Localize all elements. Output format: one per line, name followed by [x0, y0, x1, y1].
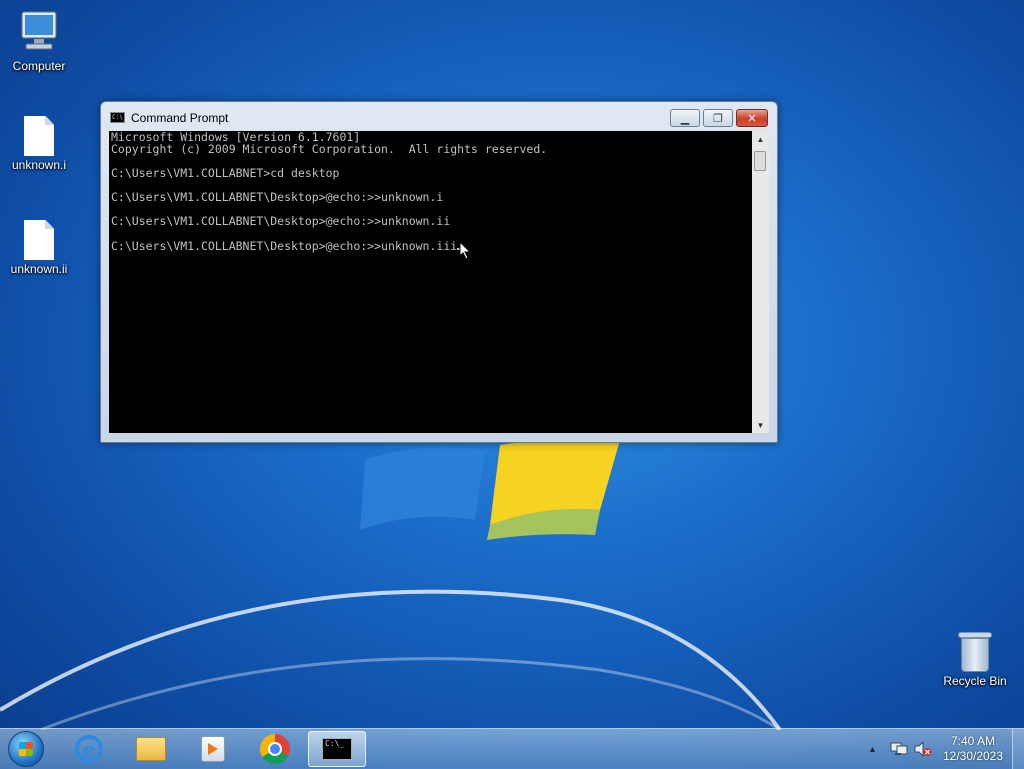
desktop-icon-recycle-bin[interactable]: Recycle Bin [936, 632, 1014, 688]
minimize-button[interactable]: ▁ [670, 109, 700, 127]
media-player-icon [201, 736, 225, 762]
taskbar-media-player[interactable] [186, 731, 240, 767]
clock-time: 7:40 AM [950, 734, 996, 748]
desktop-icon-computer[interactable]: Computer [0, 10, 78, 73]
taskbar-chrome[interactable] [248, 731, 302, 767]
clock-date: 12/30/2023 [942, 749, 1004, 763]
desktop-icon-label: unknown.i [11, 158, 67, 172]
maximize-button[interactable]: ❐ [703, 109, 733, 127]
console-output[interactable]: Microsoft Windows [Version 6.1.7601] Cop… [109, 131, 752, 433]
console-prompt-text: C:\Users\VM1.COLLABNET\Desktop>@echo:>>u… [111, 239, 458, 253]
scroll-down-button[interactable]: ▼ [752, 417, 769, 433]
scroll-thumb[interactable] [754, 151, 766, 171]
console-line: C:\Users\VM1.COLLABNET>cd desktop [111, 166, 340, 180]
minimize-icon: ▁ [680, 112, 690, 125]
chevron-down-icon: ▼ [756, 420, 765, 430]
window-title: Command Prompt [131, 111, 229, 125]
show-desktop-button[interactable] [1012, 729, 1024, 769]
chevron-up-icon: ▲ [756, 134, 765, 144]
taskbar-command-prompt[interactable]: C:\_ [308, 731, 366, 767]
console-prompt-line[interactable]: C:\Users\VM1.COLLABNET\Desktop>@echo:>>u… [109, 239, 752, 253]
network-icon [890, 742, 908, 755]
desktop-icon-unknown-ii[interactable]: unknown.ii [0, 220, 78, 276]
cmd-icon: C:\_ [322, 738, 352, 760]
chevron-up-icon: ▲ [868, 744, 877, 754]
windows-start-icon[interactable] [8, 731, 44, 767]
taskbar-internet-explorer[interactable]: e [62, 731, 116, 767]
vertical-scrollbar[interactable]: ▲ ▼ [752, 131, 769, 433]
computer-icon [21, 11, 57, 50]
wallpaper-windows-logo [360, 440, 620, 540]
desktop-icon-label: unknown.ii [10, 262, 68, 276]
desktop-icon-label: Computer [12, 59, 66, 73]
maximize-icon: ❐ [713, 112, 723, 125]
cmd-icon: C:\ [110, 112, 125, 123]
internet-explorer-icon: e [75, 735, 103, 763]
recycle-bin-icon [958, 632, 992, 672]
wallpaper-swoosh [0, 589, 782, 730]
console-line: C:\Users\VM1.COLLABNET\Desktop>@echo:>>u… [111, 190, 444, 204]
folder-icon [136, 737, 166, 761]
system-clock[interactable]: 7:40 AM 12/30/2023 [938, 734, 1008, 764]
window-titlebar[interactable]: C:\ Command Prompt ▁ ❐ ✕ [101, 102, 777, 130]
file-icon [24, 220, 54, 260]
chrome-icon [260, 734, 290, 764]
network-status[interactable] [890, 729, 908, 769]
desktop-icon-unknown-i[interactable]: unknown.i [0, 116, 78, 172]
volume-muted-icon [914, 741, 932, 757]
scroll-up-button[interactable]: ▲ [752, 131, 769, 147]
mouse-pointer-icon [459, 241, 471, 260]
desktop-icon-label: Recycle Bin [943, 674, 1007, 688]
command-prompt-window[interactable]: C:\ Command Prompt ▁ ❐ ✕ Microsoft Windo… [100, 101, 778, 443]
taskbar: e C:\_ ▲ 7:40 AM 12/30/2023 [0, 728, 1024, 769]
close-button[interactable]: ✕ [736, 109, 768, 127]
close-icon: ✕ [747, 112, 757, 125]
console-line: Copyright (c) 2009 Microsoft Corporation… [111, 142, 548, 156]
volume-control[interactable] [914, 729, 932, 769]
show-hidden-icons-button[interactable]: ▲ [868, 729, 877, 769]
file-icon [24, 116, 54, 156]
console-line: C:\Users\VM1.COLLABNET\Desktop>@echo:>>u… [111, 214, 451, 228]
taskbar-file-explorer[interactable] [124, 731, 178, 767]
